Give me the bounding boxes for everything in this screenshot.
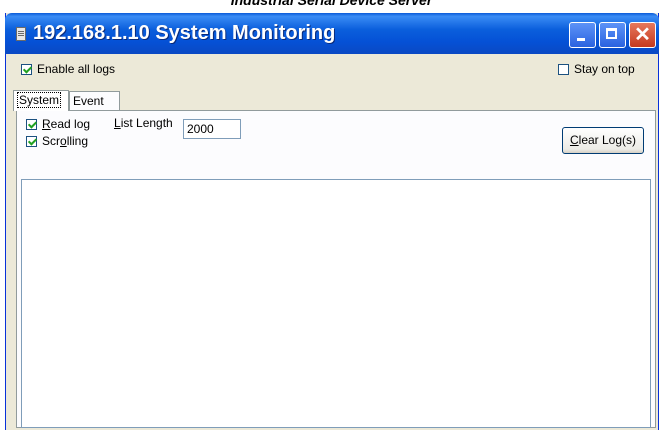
tab-system-label: System bbox=[17, 92, 62, 108]
read-log-checkbox[interactable]: Read log bbox=[26, 117, 90, 131]
app-icon bbox=[16, 27, 26, 41]
tab-system[interactable]: System bbox=[13, 90, 69, 111]
checkbox-checked-icon[interactable] bbox=[26, 135, 37, 147]
system-tab-panel: Read log Scrolling List Length Clear Log… bbox=[16, 110, 656, 428]
close-icon: ✕ bbox=[634, 24, 651, 46]
enable-all-logs-checkbox[interactable]: Enable all logs bbox=[21, 62, 115, 76]
list-length-input[interactable] bbox=[183, 119, 241, 139]
read-log-mnemonic: R bbox=[42, 117, 51, 131]
list-length-mnemonic: L bbox=[114, 116, 121, 130]
tab-event[interactable]: Event bbox=[69, 91, 120, 110]
window-title: 192.168.1.10 System Monitoring bbox=[33, 22, 336, 44]
minimize-button[interactable] bbox=[569, 22, 596, 48]
document-header: Industrial Serial Device Server bbox=[230, 0, 433, 8]
enable-all-logs-label: Enable all logs bbox=[37, 62, 116, 76]
clear-logs-mnemonic: C bbox=[569, 133, 579, 147]
scrolling-checkbox[interactable]: Scrolling bbox=[26, 134, 88, 148]
checkbox-checked-icon[interactable] bbox=[26, 118, 37, 130]
list-length-label: List Length bbox=[114, 116, 173, 130]
stay-on-top-checkbox[interactable]: Stay on top bbox=[558, 62, 635, 76]
close-button[interactable]: ✕ bbox=[629, 22, 656, 48]
read-log-label: ead log bbox=[50, 117, 91, 131]
clear-logs-label: lear Log(s) bbox=[578, 133, 637, 147]
stay-on-top-label: Stay on top bbox=[574, 62, 635, 76]
checkbox-unchecked-icon[interactable] bbox=[558, 63, 569, 75]
maximize-button[interactable] bbox=[599, 22, 626, 48]
system-monitoring-window: 192.168.1.10 System Monitoring ✕ Enable … bbox=[5, 13, 659, 430]
scrolling-label-start: Scr bbox=[42, 134, 60, 148]
scrolling-mnemonic: o bbox=[60, 134, 67, 148]
log-list[interactable] bbox=[21, 179, 651, 428]
scrolling-label-end: lling bbox=[66, 134, 89, 148]
checkbox-checked-icon[interactable] bbox=[21, 63, 32, 75]
clear-logs-button[interactable]: Clear Log(s) bbox=[562, 127, 644, 154]
tab-event-label: Event bbox=[73, 94, 104, 108]
title-bar[interactable]: 192.168.1.10 System Monitoring ✕ bbox=[5, 13, 659, 54]
list-length-label-rest: ist Length bbox=[120, 116, 173, 130]
